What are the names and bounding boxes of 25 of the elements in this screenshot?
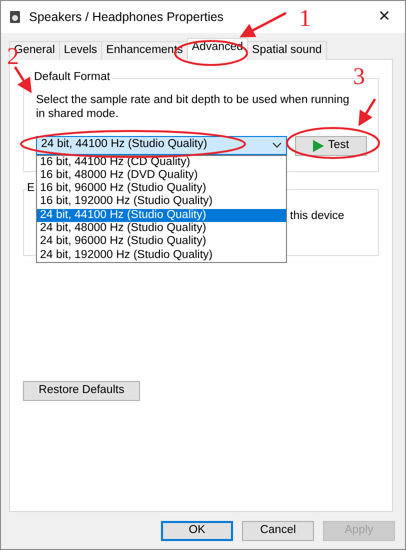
dropdown-option[interactable]: 24 bit, 48000 Hz (Studio Quality) [37, 222, 286, 236]
dropdown-option[interactable]: 16 bit, 48000 Hz (DVD Quality) [37, 168, 286, 182]
dialog-button[interactable]: OK [161, 521, 233, 541]
dropdown-option[interactable]: 16 bit, 192000 Hz (Studio Quality) [37, 195, 286, 209]
test-button[interactable]: Test [295, 136, 367, 156]
tab[interactable]: Spatial sound [247, 41, 327, 60]
annotation-arrow [358, 98, 376, 126]
annotation-arrow [14, 66, 32, 94]
close-button[interactable]: ✕ [372, 8, 397, 26]
dropdown-option[interactable]: 24 bit, 44100 Hz (Studio Quality) [37, 208, 286, 222]
speaker-icon [9, 10, 21, 24]
tab[interactable]: Levels [58, 41, 102, 60]
restore-defaults-button[interactable]: Restore Defaults [23, 381, 140, 401]
window-title: Speakers / Headphones Properties [29, 10, 224, 24]
dropdown-option[interactable]: 24 bit, 192000 Hz (Studio Quality) [37, 248, 286, 262]
dropdown-option[interactable]: 24 bit, 96000 Hz (Studio Quality) [37, 235, 286, 249]
option-text: this device [290, 210, 344, 222]
dialog-button[interactable]: Cancel [242, 521, 314, 541]
dropdown-option[interactable]: 16 bit, 96000 Hz (Studio Quality) [37, 182, 286, 196]
annotation-number: 1 [299, 7, 311, 31]
annotation-arrow [240, 12, 287, 38]
description-text: Select the sample rate and bit depth to be used when running in shared mode. [36, 94, 350, 122]
annotation-number: 3 [353, 65, 365, 89]
chevron-icon [272, 142, 282, 148]
play-icon [312, 140, 324, 152]
